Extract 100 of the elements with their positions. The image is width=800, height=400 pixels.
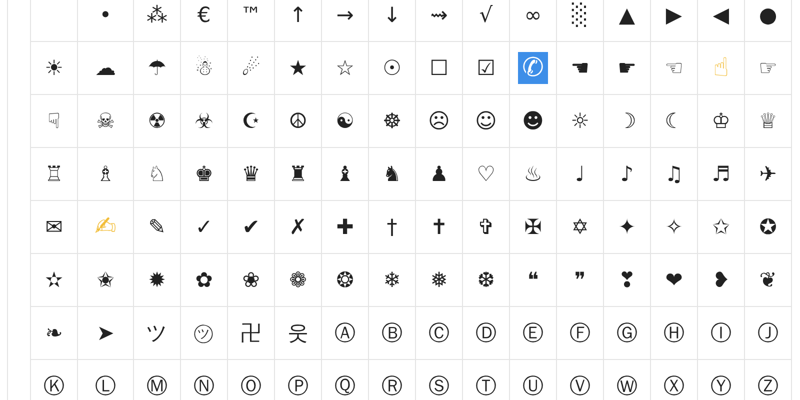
symbol[interactable]: ☻ (521, 110, 545, 132)
symbol[interactable]: 웃 (286, 322, 310, 344)
symbol[interactable]: ▲ (618, 4, 636, 26)
symbol[interactable]: Ⓧ (662, 374, 686, 398)
symbol[interactable]: • (98, 4, 113, 26)
symbol[interactable]: Ⓩ (756, 374, 780, 398)
symbol[interactable]: √ (478, 4, 494, 26)
symbol[interactable]: ♟ (428, 162, 450, 186)
symbol[interactable]: ✫ (44, 268, 64, 292)
symbol[interactable]: ▶ (664, 4, 684, 26)
symbol[interactable]: Ⓘ (710, 322, 732, 344)
symbol[interactable]: ∞ (523, 4, 543, 26)
symbol[interactable]: ✗ (288, 216, 308, 238)
symbol[interactable]: Ⓦ (616, 374, 638, 398)
symbol[interactable]: Ⓕ (568, 322, 592, 344)
symbol[interactable]: ❣ (617, 268, 637, 292)
symbol[interactable]: € (196, 4, 212, 26)
symbol[interactable]: ☛ (616, 56, 638, 80)
symbol[interactable]: Ⓐ (334, 322, 356, 344)
symbol[interactable]: ✹ (147, 268, 167, 292)
symbol[interactable]: ☉ (382, 56, 402, 80)
symbol[interactable]: → (335, 4, 355, 26)
symbol[interactable]: ✬ (96, 268, 116, 292)
symbol[interactable]: ✝ (429, 216, 449, 238)
symbol[interactable]: Ⓣ (474, 374, 498, 398)
symbol[interactable]: ☺ (474, 110, 498, 132)
symbol[interactable]: ● (758, 4, 778, 26)
symbol[interactable]: ❦ (758, 268, 778, 292)
symbol[interactable]: ↓ (382, 4, 402, 26)
symbol[interactable]: Ⓑ (380, 322, 404, 344)
symbol[interactable]: ❥ (711, 268, 731, 292)
symbol[interactable]: Ⓢ (428, 374, 450, 398)
symbol[interactable]: ☸ (382, 110, 402, 132)
symbol[interactable]: ❁ (288, 268, 308, 292)
symbol[interactable]: ☯ (334, 110, 356, 132)
symbol[interactable]: ☼ (570, 110, 590, 132)
symbol[interactable]: Ⓠ (334, 374, 356, 398)
symbol[interactable]: ☀ (44, 56, 64, 80)
symbol[interactable]: ☐ (428, 56, 450, 80)
symbol[interactable]: Ⓙ (756, 322, 780, 344)
symbol[interactable]: ツ (145, 322, 169, 344)
symbol[interactable]: ☜ (664, 56, 684, 80)
symbol[interactable]: Ⓒ (428, 322, 450, 344)
symbol[interactable]: ♬ (710, 162, 732, 186)
symbol[interactable]: ☑ (476, 56, 496, 80)
symbol[interactable]: ✚ (335, 216, 355, 238)
symbol[interactable]: Ⓖ (616, 322, 638, 344)
symbol[interactable]: ❝ (526, 268, 540, 292)
symbol[interactable]: ♨ (522, 162, 544, 186)
symbol[interactable]: Ⓛ (94, 374, 117, 398)
symbol[interactable]: Ⓥ (568, 374, 592, 398)
symbol[interactable]: ㋡ (192, 322, 216, 344)
symbol[interactable]: Ⓤ (522, 374, 544, 398)
symbol[interactable]: Ⓚ (42, 374, 66, 398)
symbol[interactable]: ♗ (95, 162, 116, 186)
symbol[interactable]: ❂ (335, 268, 355, 292)
symbol[interactable]: ❧ (44, 322, 64, 344)
symbol[interactable]: ★ (288, 56, 308, 80)
symbol[interactable]: ⇝ (429, 4, 449, 26)
symbol[interactable]: ❆ (476, 268, 496, 292)
symbol[interactable]: ☢ (146, 110, 168, 132)
symbol[interactable]: ✎ (147, 216, 167, 238)
symbol[interactable]: ♪ (619, 162, 635, 186)
symbol[interactable]: Ⓟ (286, 374, 310, 398)
symbol[interactable]: ✿ (194, 268, 214, 292)
symbol[interactable]: ♛ (240, 162, 262, 186)
symbol[interactable]: ♫ (664, 162, 684, 186)
symbol[interactable]: ↑ (288, 4, 308, 26)
symbol[interactable]: ✈ (758, 162, 778, 186)
symbol[interactable]: ❞ (573, 268, 587, 292)
symbol[interactable]: ☚ (570, 56, 590, 80)
symbol[interactable]: ✞ (476, 216, 496, 238)
symbol[interactable]: ♜ (288, 162, 308, 186)
symbol[interactable]: ☹ (427, 110, 451, 132)
symbol[interactable]: ❄ (382, 268, 402, 292)
symbol[interactable]: ☄ (240, 56, 262, 80)
symbol[interactable]: ☾ (664, 110, 684, 132)
symbol[interactable]: ❀ (241, 268, 261, 292)
symbol[interactable]: ⁂ (146, 4, 168, 26)
symbol[interactable]: ➤ (96, 322, 116, 344)
symbol[interactable]: ☁ (94, 56, 117, 80)
symbol[interactable]: ☮ (288, 110, 308, 132)
symbol[interactable]: ☆ (334, 56, 356, 80)
symbol[interactable]: ✩ (711, 216, 731, 238)
symbol[interactable]: Ⓜ (146, 374, 168, 398)
symbol[interactable]: ♕ (758, 110, 778, 132)
symbol[interactable]: † (386, 216, 398, 238)
symbol[interactable]: ♖ (44, 162, 64, 186)
symbol[interactable]: Ⓗ (662, 322, 686, 344)
symbol[interactable]: Ⓔ (522, 322, 544, 344)
symbol[interactable]: ™ (240, 4, 262, 26)
symbol[interactable]: 卍 (240, 322, 262, 344)
symbol[interactable]: ✡ (570, 216, 590, 238)
symbol[interactable]: ♚ (194, 162, 214, 186)
symbol[interactable]: ☠ (95, 110, 116, 132)
symbol[interactable]: ✧ (664, 216, 684, 238)
symbol[interactable]: ♘ (146, 162, 168, 186)
symbol[interactable]: Ⓡ (380, 374, 404, 398)
symbol[interactable]: ✦ (617, 216, 637, 238)
symbol[interactable]: ☟ (46, 110, 62, 132)
